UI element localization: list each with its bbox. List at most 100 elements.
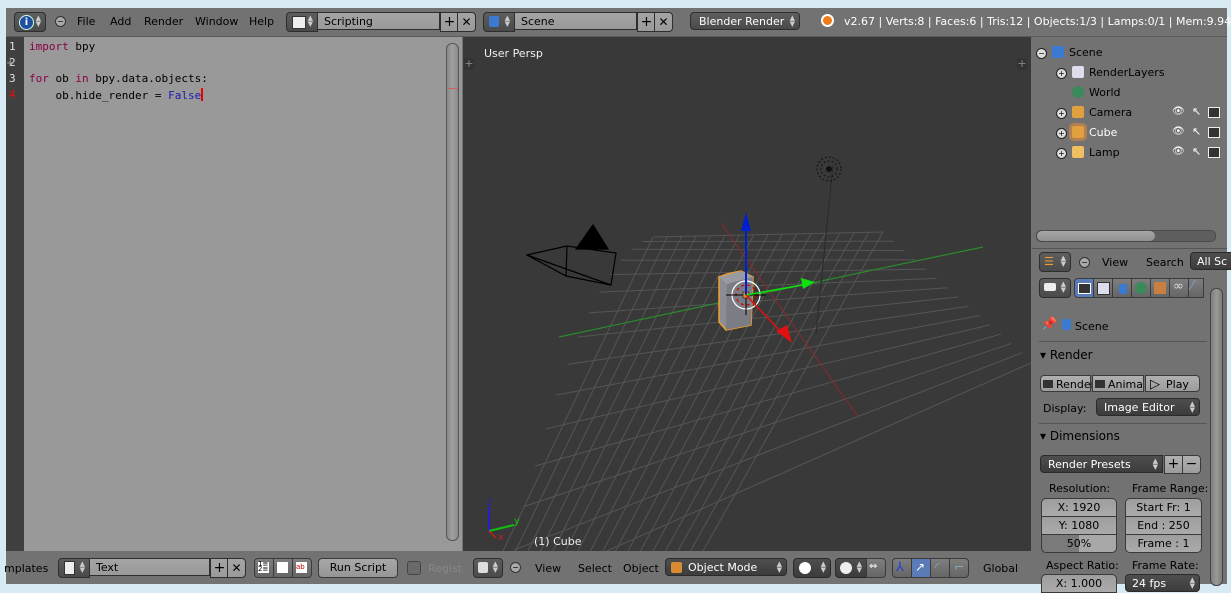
mode-dropdown[interactable]: Object Mode ▲▼	[665, 558, 787, 576]
tab-modifiers[interactable]: ⁄	[1188, 278, 1204, 298]
menu-render[interactable]: Render	[144, 15, 183, 28]
outliner-item-cube[interactable]: +Cube👁↖	[1056, 125, 1222, 145]
render-animation-button[interactable]: Animat	[1092, 375, 1144, 392]
resolution-y-field[interactable]: Y: 1080	[1041, 516, 1117, 535]
selectability-cursor-icon[interactable]: ↖	[1192, 105, 1201, 118]
render-panel-header[interactable]: ▾ Render	[1040, 348, 1093, 362]
menu-select[interactable]: Select	[578, 562, 612, 575]
register-checkbox[interactable]	[407, 561, 421, 575]
text-block-name[interactable]: Text	[89, 558, 210, 576]
collapse-menu-icon[interactable]: −	[55, 16, 66, 27]
end-frame-field[interactable]: End : 250	[1125, 516, 1202, 535]
collapse-menu-icon[interactable]: −	[1079, 257, 1090, 268]
outliner-item-renderlayers[interactable]: +RenderLayers	[1056, 65, 1222, 85]
editor-type-selector-3d[interactable]: ▲▼	[473, 558, 503, 578]
translate-manipulator-toggle[interactable]: ↗	[911, 558, 931, 578]
tab-scene[interactable]	[1112, 278, 1132, 298]
viewport-shading-dropdown[interactable]: ▲▼	[793, 558, 831, 578]
visibility-eye-icon[interactable]: 👁	[1172, 126, 1185, 137]
code-line[interactable]: ob.hide_render = False	[29, 88, 203, 102]
start-frame-field[interactable]: Start Fr: 1	[1125, 498, 1202, 517]
collapse-icon[interactable]: −	[1036, 48, 1047, 59]
add-preset-button[interactable]: +	[1164, 455, 1183, 474]
line-numbers-toggle[interactable]: 1≡2≡	[254, 558, 274, 578]
editor-type-selector[interactable]: i ▲▼	[14, 12, 46, 32]
visibility-eye-icon[interactable]: 👁	[1172, 106, 1185, 117]
manipulator-toggle[interactable]: ⅄	[892, 558, 912, 578]
outliner-item-lamp[interactable]: +Lamp👁↖	[1056, 145, 1222, 165]
outliner-scroll-thumb[interactable]	[1037, 231, 1155, 241]
render-engine-dropdown[interactable]: Blender Render ▲▼	[690, 12, 800, 30]
expand-icon[interactable]: +	[1056, 128, 1067, 139]
tab-object[interactable]	[1150, 278, 1170, 298]
visibility-eye-icon[interactable]: 👁	[1172, 146, 1185, 157]
rotate-manipulator-toggle[interactable]: ◜	[930, 558, 950, 578]
pin-icon[interactable]: 📌	[1041, 317, 1057, 332]
display-mode-dropdown[interactable]: All Sc	[1190, 252, 1231, 270]
renderability-camera-icon[interactable]	[1208, 127, 1220, 138]
tab-render[interactable]	[1074, 278, 1094, 298]
current-frame-field[interactable]: Frame : 1	[1125, 534, 1202, 553]
renderability-camera-icon[interactable]	[1208, 147, 1220, 158]
outliner-item-world[interactable]: World	[1056, 85, 1222, 105]
render-image-button[interactable]: Render	[1040, 375, 1091, 392]
screen-layout-name[interactable]: Scripting	[317, 12, 440, 30]
outliner-menu-view[interactable]: View	[1102, 256, 1128, 269]
tab-world[interactable]	[1131, 278, 1151, 298]
outliner-scrollbar[interactable]	[1036, 230, 1216, 242]
render-presets-dropdown[interactable]: Render Presets▲▼	[1040, 455, 1163, 473]
menu-help[interactable]: Help	[249, 15, 274, 28]
expand-icon[interactable]: +	[1056, 68, 1067, 79]
syntax-highlight-toggle[interactable]: ab	[292, 558, 312, 578]
code-line[interactable]: import bpy	[29, 40, 95, 53]
outliner-item-camera[interactable]: +Camera👁↖	[1056, 105, 1222, 125]
display-dropdown[interactable]: Image Editor▲▼	[1096, 398, 1200, 416]
menu-add[interactable]: Add	[110, 15, 131, 28]
tab-render-layers[interactable]	[1093, 278, 1113, 298]
updown-arrows-icon: ▲▼	[1061, 281, 1066, 293]
menu-view[interactable]: View	[535, 562, 561, 575]
manipulate-center-toggle[interactable]: ⇔	[866, 558, 886, 578]
selectability-cursor-icon[interactable]: ↖	[1192, 145, 1201, 158]
screen-layout-selector[interactable]: ▲▼	[286, 12, 318, 32]
properties-editor[interactable]: ▲▼ ∞ ⁄ 📌 Scene ▾ Render Render Animat ▷P…	[1032, 275, 1227, 584]
menu-window[interactable]: Window	[195, 15, 238, 28]
delete-scene-button[interactable]: ✕	[654, 12, 673, 32]
code-line[interactable]: for ob in bpy.data.objects:	[29, 72, 208, 85]
text-block-browser[interactable]: ▲▼	[58, 558, 90, 578]
3d-viewport[interactable]: User Persp + +	[463, 37, 1031, 551]
resolution-percentage-slider[interactable]: 50%	[1041, 534, 1117, 553]
editor-type-selector-outliner[interactable]: ☰ ▲▼	[1039, 252, 1071, 272]
editor-type-selector-properties[interactable]: ▲▼	[1039, 278, 1071, 298]
remove-preset-button[interactable]: −	[1182, 455, 1201, 474]
expand-icon[interactable]: +	[1056, 108, 1067, 119]
menu-file[interactable]: File	[77, 15, 95, 28]
region-expand-icon[interactable]: +	[6, 60, 13, 68]
outliner-item-scene[interactable]: −Scene	[1036, 45, 1222, 65]
resolution-x-field[interactable]: X: 1920	[1041, 498, 1117, 517]
collapse-menu-icon[interactable]: −	[510, 562, 521, 573]
run-script-button[interactable]: Run Script	[318, 558, 398, 578]
expand-icon[interactable]: +	[1056, 148, 1067, 159]
transform-orientation-dropdown[interactable]: Global	[983, 562, 1018, 575]
text-editor[interactable]: 1import bpy23for ob in bpy.data.objects:…	[6, 37, 462, 551]
scale-manipulator-toggle[interactable]: ⌐	[949, 558, 969, 578]
renderability-camera-icon[interactable]	[1208, 107, 1220, 118]
scene-selector[interactable]: ▲▼	[483, 12, 515, 32]
unlink-text-button[interactable]: ✕	[227, 558, 246, 578]
menu-object[interactable]: Object	[623, 562, 659, 575]
dimensions-panel-header[interactable]: ▾ Dimensions	[1040, 429, 1120, 443]
pivot-point-dropdown[interactable]: ▲▼	[835, 558, 867, 578]
word-wrap-toggle[interactable]	[273, 558, 293, 578]
outliner-menu-search[interactable]: Search	[1146, 256, 1184, 269]
scene-name[interactable]: Scene	[514, 12, 637, 30]
text-scrollbar[interactable]	[446, 43, 459, 541]
frame-rate-dropdown[interactable]: 24 fps▲▼	[1125, 574, 1200, 592]
selectability-cursor-icon[interactable]: ↖	[1192, 125, 1201, 138]
delete-screen-button[interactable]: ✕	[457, 12, 476, 32]
play-animation-button[interactable]: ▷Play	[1145, 375, 1200, 392]
outliner[interactable]: −Scene+RenderLayersWorld+Camera👁↖+Cube👁↖…	[1032, 37, 1227, 247]
properties-scrollbar[interactable]	[1210, 288, 1223, 586]
tab-constraints[interactable]: ∞	[1169, 278, 1189, 298]
templates-menu[interactable]: mplates	[4, 562, 48, 575]
